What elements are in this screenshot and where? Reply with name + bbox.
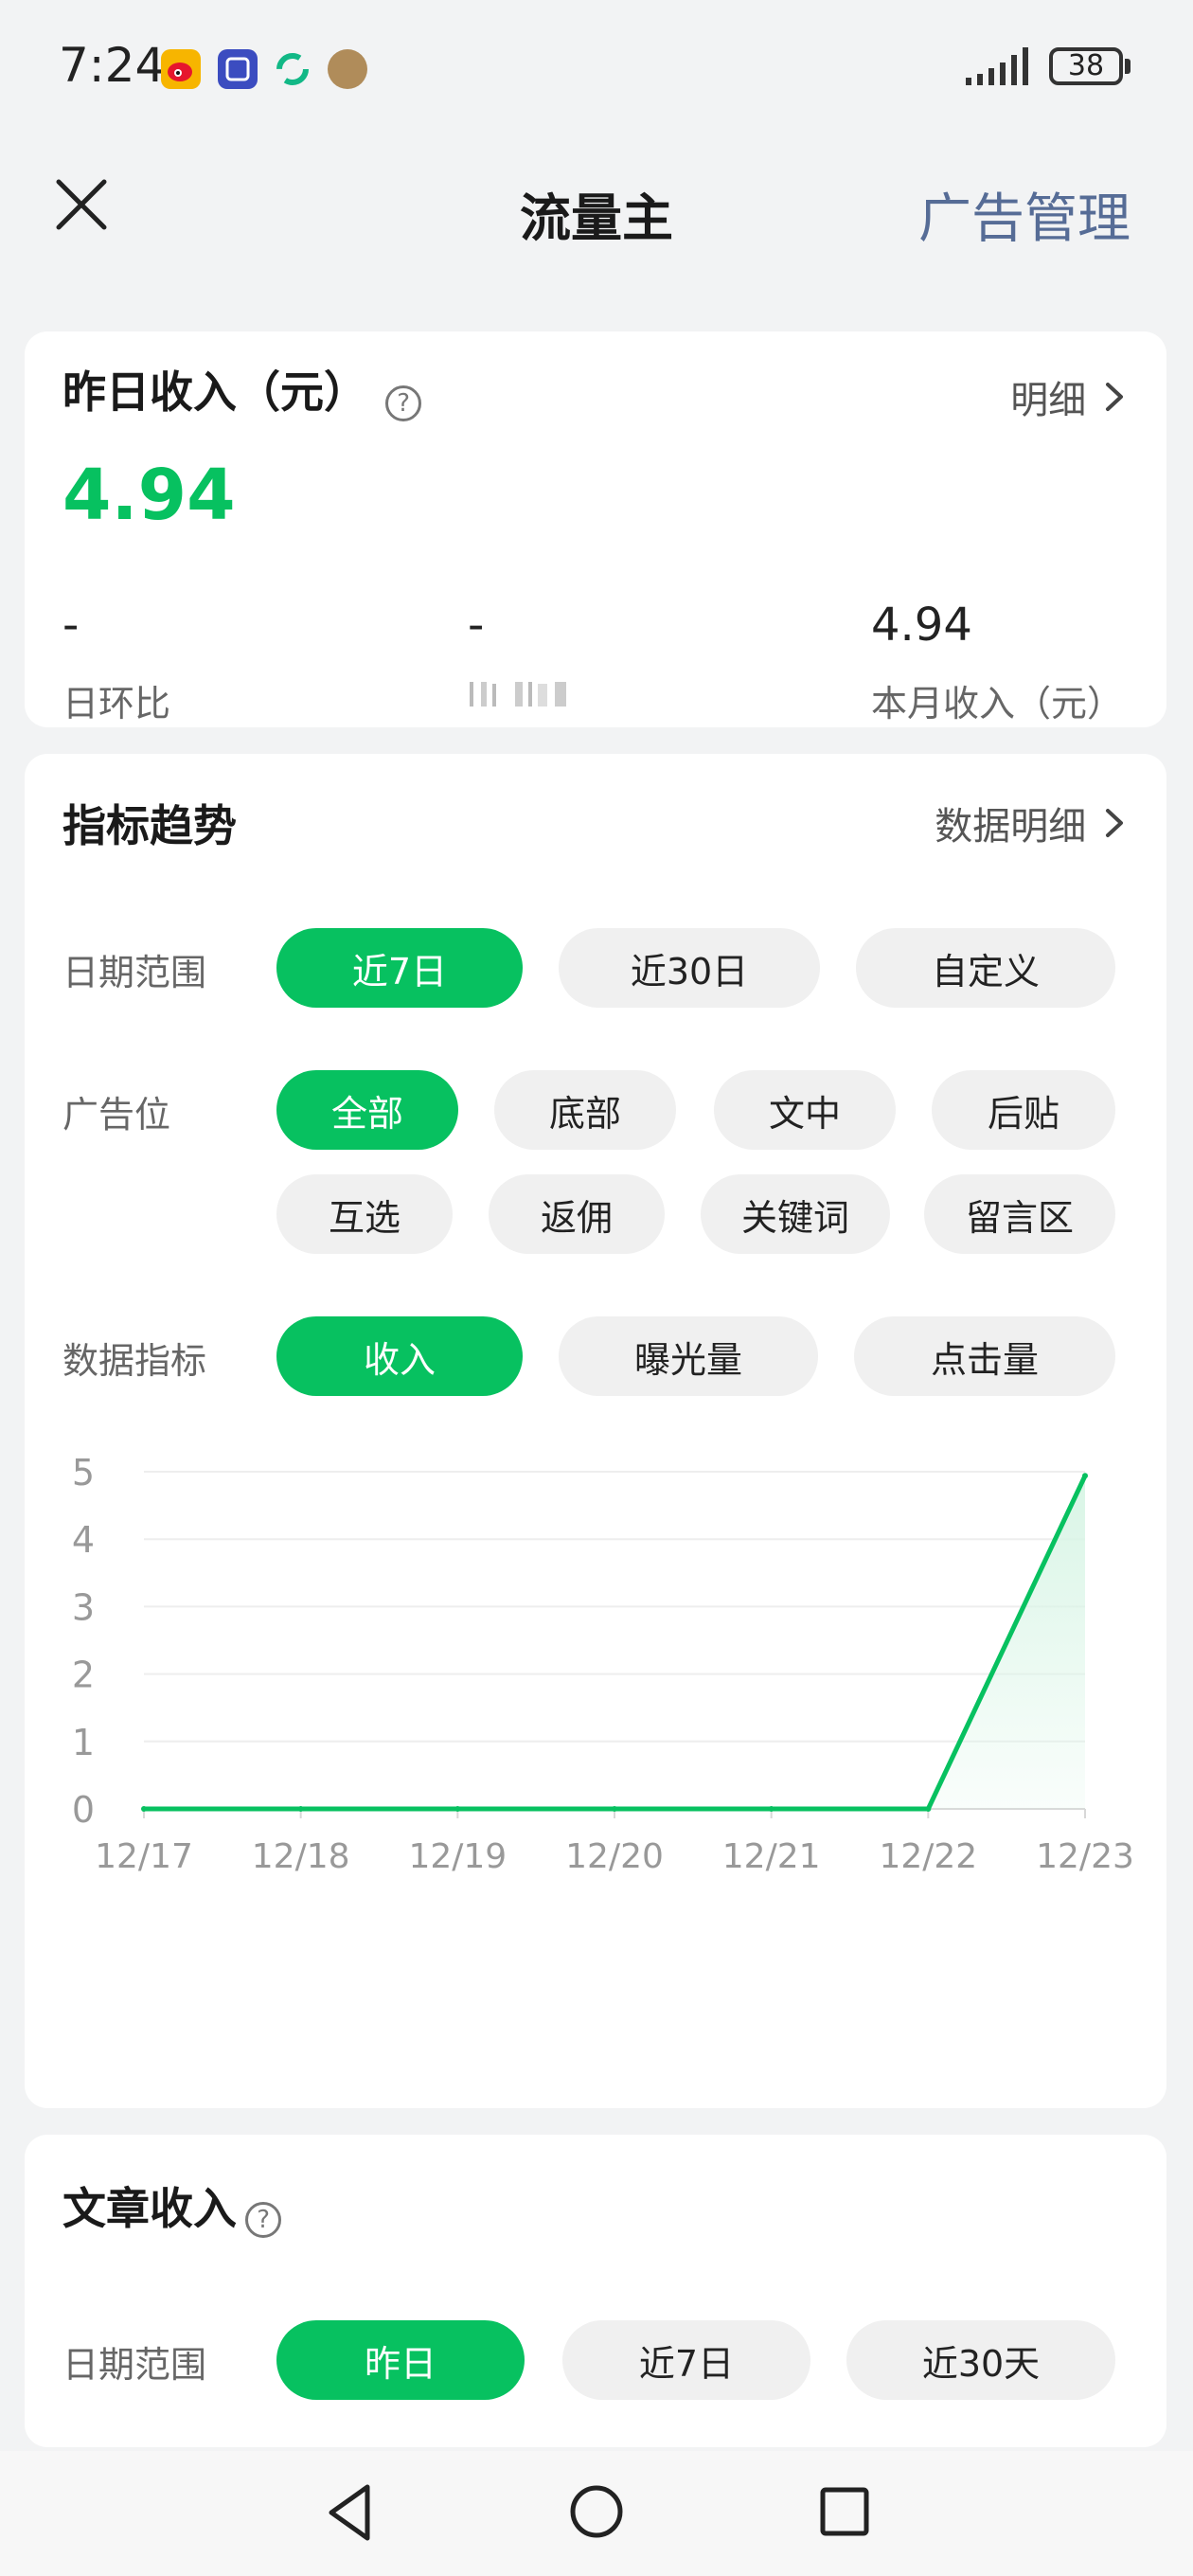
avatar-icon	[328, 49, 367, 89]
ad-management-link[interactable]: 广告管理	[918, 176, 1131, 253]
data-point	[141, 1806, 147, 1812]
x-tick-label: 12/21	[722, 1837, 821, 1876]
data-point	[1082, 1473, 1088, 1479]
metric-income[interactable]: 收入	[276, 1316, 523, 1396]
article-date-range-label: 日期范围	[62, 2344, 207, 2386]
article-income-title: 文章收入	[62, 2183, 237, 2234]
tieba-icon	[218, 49, 258, 89]
article-title-row: 文章收入 ?	[62, 2174, 282, 2238]
trend-detail-label: 数据明细	[935, 805, 1087, 849]
series-area	[144, 1476, 1085, 1809]
x-tick-label: 12/17	[95, 1837, 193, 1876]
y-tick-label: 2	[72, 1655, 95, 1696]
stat-day-ratio-value: -	[62, 599, 80, 652]
data-point	[454, 1806, 461, 1812]
income-amount: 4.94	[62, 455, 236, 536]
recents-square-icon	[820, 2487, 869, 2536]
y-tick-label: 3	[72, 1586, 95, 1628]
data-point	[768, 1806, 775, 1812]
y-tick-label: 0	[72, 1789, 95, 1831]
ad-slot-all[interactable]: 全部	[276, 1070, 458, 1150]
income-detail-label: 明细	[1010, 379, 1087, 422]
ad-slot-post[interactable]: 后贴	[932, 1070, 1115, 1150]
metric-label: 数据指标	[62, 1340, 207, 1382]
x-tick-label: 12/19	[408, 1837, 507, 1876]
income-title-row: 昨日收入（元） ?	[62, 358, 422, 421]
y-tick-label: 1	[72, 1722, 95, 1763]
ad-slot-in-article[interactable]: 文中	[714, 1070, 896, 1150]
home-circle-icon	[570, 2485, 623, 2538]
ad-slot-keyword[interactable]: 关键词	[701, 1174, 890, 1254]
article-date-yesterday[interactable]: 昨日	[276, 2320, 525, 2400]
series-line	[144, 1475, 1088, 1812]
date-range-label: 日期范围	[62, 952, 207, 993]
metric-clicks[interactable]: 点击量	[854, 1316, 1115, 1396]
income-trend-chart: 0 1 2 3 4 5 12/17 12/18 12/19 12/20 12/21 12/22 12/2…	[72, 1452, 1134, 1876]
date-option-7d[interactable]: 近7日	[276, 928, 523, 1008]
help-icon[interactable]: ?	[245, 2201, 282, 2238]
stat-middle-label-obscured	[468, 680, 574, 708]
data-point	[925, 1806, 932, 1812]
y-tick-label: 4	[72, 1519, 95, 1561]
income-card: 昨日收入（元） ? 明细 4.94 - 日环比 - 4.94 本月收入（元）	[25, 331, 1166, 727]
data-point	[297, 1806, 304, 1812]
y-tick-label: 5	[72, 1452, 95, 1494]
back-triangle-icon	[329, 2484, 370, 2541]
status-time: 7:24	[59, 38, 166, 93]
date-option-30d[interactable]: 近30日	[559, 928, 820, 1008]
ad-slot-comment[interactable]: 留言区	[924, 1174, 1115, 1254]
system-nav-bar	[0, 2451, 1193, 2576]
x-tick-label: 12/20	[565, 1837, 664, 1876]
ad-slot-bottom[interactable]: 底部	[494, 1070, 676, 1150]
article-date-7d[interactable]: 近7日	[562, 2320, 810, 2400]
ad-slot-rebate[interactable]: 返佣	[489, 1174, 665, 1254]
article-date-30d[interactable]: 近30天	[846, 2320, 1115, 2400]
article-income-card: 文章收入 ? 日期范围 昨日 近7日 近30天	[25, 2135, 1166, 2447]
x-tick-label: 12/18	[252, 1837, 350, 1876]
income-title: 昨日收入（元）	[62, 367, 367, 418]
chevron-right-icon	[1104, 805, 1125, 849]
trend-detail-link[interactable]: 数据明细	[935, 796, 1125, 850]
help-icon[interactable]: ?	[385, 385, 422, 421]
stat-month-income-label: 本月收入（元）	[871, 683, 1124, 724]
x-tick-label: 12/23	[1036, 1837, 1134, 1876]
back-button[interactable]	[322, 2479, 379, 2549]
chevron-right-icon	[1104, 379, 1125, 422]
x-tick-label: 12/22	[879, 1837, 977, 1876]
signal-icon	[966, 45, 1042, 91]
sync-icon	[273, 49, 312, 89]
battery-icon: 38	[1049, 47, 1123, 85]
stat-day-ratio-label: 日环比	[62, 683, 171, 724]
ad-slot-mutual[interactable]: 互选	[276, 1174, 453, 1254]
date-option-custom[interactable]: 自定义	[856, 928, 1115, 1008]
trend-card: 指标趋势 数据明细 日期范围 近7日 近30日 自定义 广告位 全部 底部 文中…	[25, 754, 1166, 2108]
trend-title: 指标趋势	[62, 800, 237, 851]
income-detail-link[interactable]: 明细	[1010, 369, 1125, 424]
weibo-icon	[161, 49, 201, 89]
ad-slot-label: 广告位	[62, 1094, 171, 1136]
data-point	[612, 1806, 617, 1812]
stat-middle-value: -	[468, 599, 485, 652]
battery-tip	[1125, 59, 1131, 74]
stat-month-income-value: 4.94	[871, 599, 972, 652]
metric-impressions[interactable]: 曝光量	[559, 1316, 818, 1396]
recents-button[interactable]	[816, 2483, 873, 2544]
home-button[interactable]	[566, 2481, 627, 2546]
